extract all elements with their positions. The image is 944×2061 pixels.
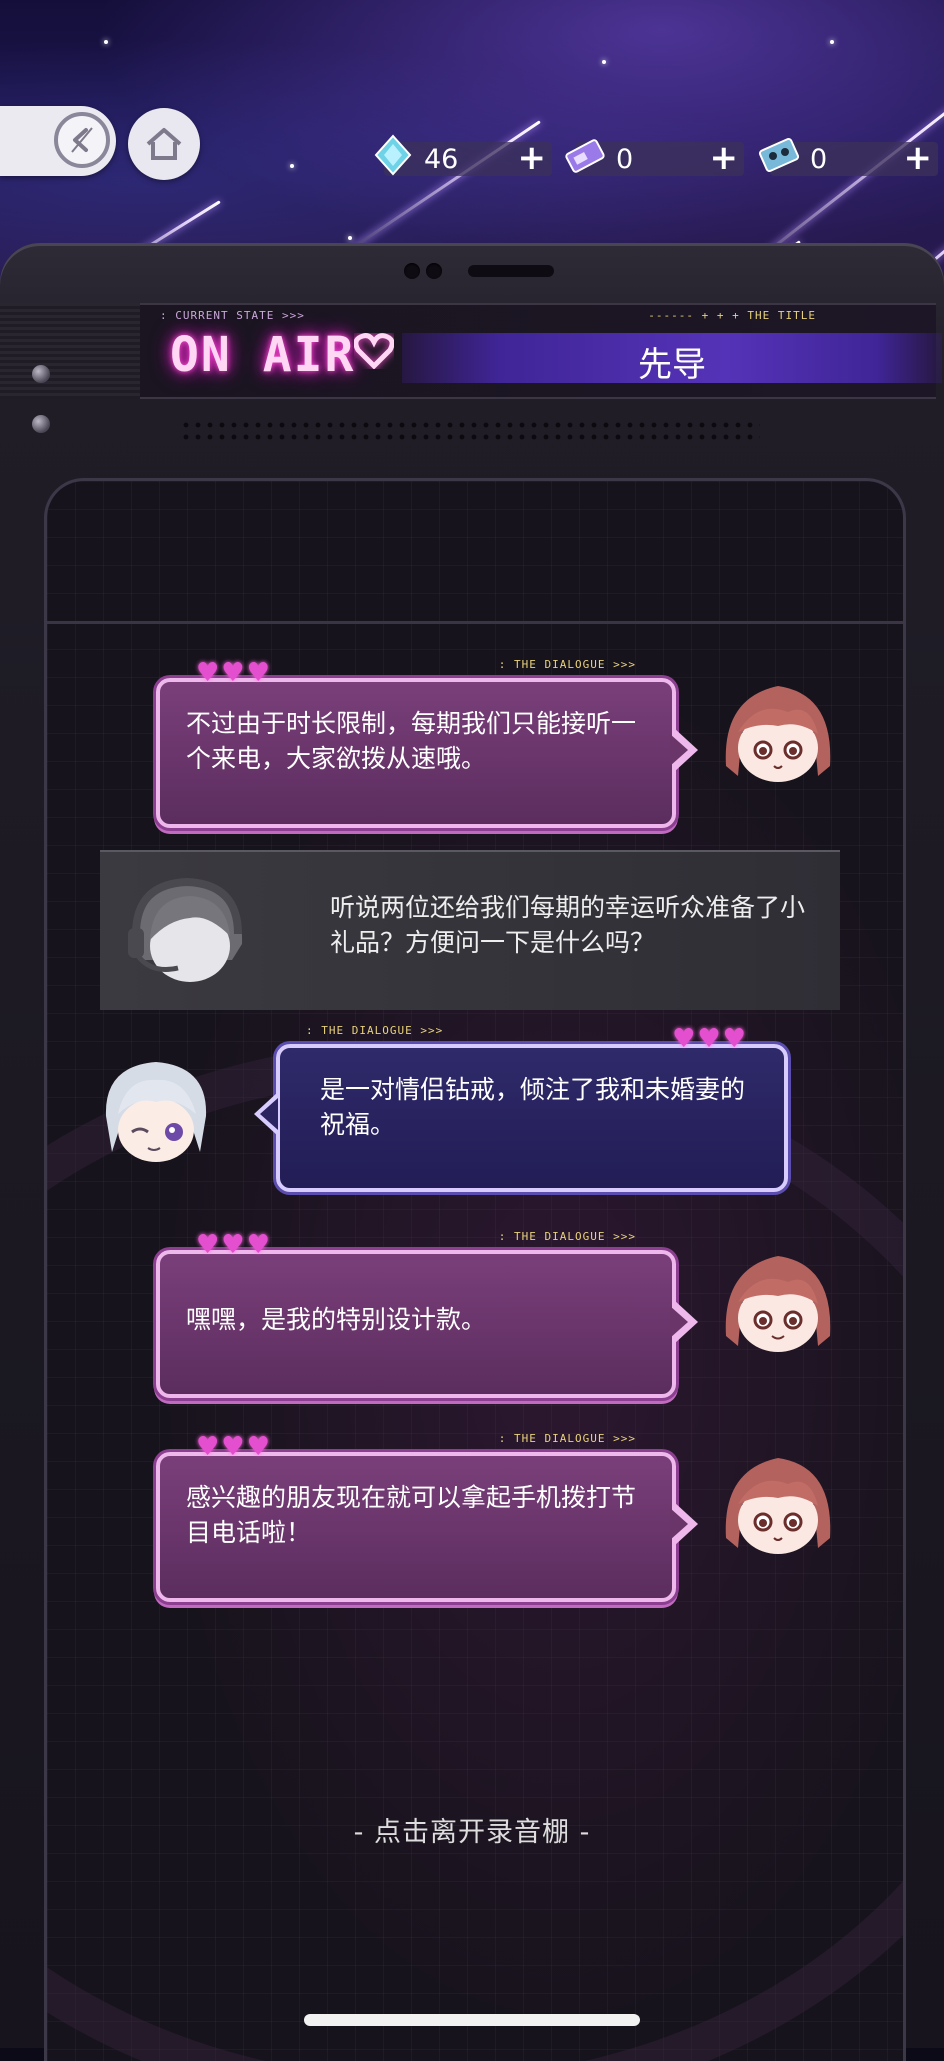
dialogue-bubble: ♥♥♥ : THE DIALOGUE >>> 不过由于时长限制，每期我们只能接听… xyxy=(156,658,698,828)
dialogue-text: 嘿嘿，是我的特别设计款。 xyxy=(186,1305,487,1334)
home-indicator[interactable] xyxy=(304,2014,640,2026)
star xyxy=(602,60,606,64)
heart-icon xyxy=(354,333,394,369)
bubble-tail xyxy=(670,1300,698,1344)
star xyxy=(290,164,294,168)
dialogue-text: 是一对情侣钻戒，倾注了我和未婚妻的祝福。 xyxy=(320,1075,746,1139)
add-ticket-button[interactable]: + xyxy=(710,138,739,178)
hearts-decoration: ♥♥♥ xyxy=(196,1432,272,1462)
girl-avatar xyxy=(725,1256,831,1352)
dialogue-bubble: ♥♥♥ : THE DIALOGUE >>> 嘿嘿，是我的特别设计款。 xyxy=(156,1230,698,1398)
episode-title: 先导 xyxy=(638,345,706,385)
diamond-count: 46 xyxy=(424,144,459,175)
home-button[interactable] xyxy=(128,108,200,180)
speaker-mesh xyxy=(180,419,760,443)
star xyxy=(348,236,352,240)
star xyxy=(104,40,108,44)
add-diamond-button[interactable]: + xyxy=(518,138,547,178)
dialogue-text: 感兴趣的朋友现在就可以拿起手机拨打节目电话啦！ xyxy=(186,1483,637,1547)
star xyxy=(830,40,834,44)
bubble-tail xyxy=(670,1502,698,1546)
host-dialogue-text: 听说两位还给我们每期的幸运听众准备了小礼品？方便问一下是什么吗？ xyxy=(330,893,806,957)
on-air-indicator: ON AIR xyxy=(170,327,356,383)
dialogue-tag: : THE DIALOGUE >>> xyxy=(498,658,636,671)
leave-studio-button[interactable]: - 点击离开录音棚 - xyxy=(0,1810,944,1849)
hearts-decoration: ♥♥♥ xyxy=(196,1230,272,1260)
device-speaker-slot xyxy=(468,265,554,277)
hearts-decoration: ♥♥♥ xyxy=(196,658,272,688)
currency-cassette: 0 + xyxy=(758,137,938,178)
home-icon xyxy=(146,128,182,160)
currency-diamond: 46 + xyxy=(374,134,552,178)
episode-title-bar: 先导 xyxy=(402,333,942,385)
add-cassette-button[interactable]: + xyxy=(904,138,933,178)
bubble-tail xyxy=(670,728,698,772)
device-camera-dots xyxy=(404,263,448,283)
back-button[interactable] xyxy=(0,106,116,176)
host-dialogue-card: 听说两位还给我们每期的幸运听众准备了小礼品？方便问一下是什么吗？ xyxy=(100,850,840,1010)
currency-ticket: 0 + xyxy=(565,138,744,178)
ticket-icon xyxy=(565,139,605,173)
cassette-count: 0 xyxy=(810,144,828,175)
rivet xyxy=(32,415,50,433)
side-grill xyxy=(0,303,140,399)
cassette-icon xyxy=(758,137,800,173)
dialogue-text: 不过由于时长限制，每期我们只能接听一个来电，大家欲拨从速哦。 xyxy=(186,709,637,773)
host-silhouette-avatar xyxy=(128,877,243,982)
dialogue-bubble: : THE DIALOGUE >>> ♥♥♥ 是一对情侣钻戒，倾注了我和未婚妻的… xyxy=(254,1024,788,1192)
diamond-icon xyxy=(374,134,412,176)
back-arrow-icon xyxy=(54,112,110,168)
hearts-decoration: ♥♥♥ xyxy=(672,1024,748,1054)
boy-avatar xyxy=(105,1062,207,1162)
dialogue-bubble: ♥♥♥ : THE DIALOGUE >>> 感兴趣的朋友现在就可以拿起手机拨打… xyxy=(156,1432,698,1602)
girl-avatar xyxy=(725,1458,831,1554)
on-air-panel: : CURRENT STATE >>> ------ + + + THE TIT… xyxy=(140,303,942,399)
current-state-label: : CURRENT STATE >>> xyxy=(160,309,305,322)
the-title-label: ------ + + + THE TITLE xyxy=(648,309,816,322)
girl-avatar xyxy=(725,686,831,782)
dialogue-tag: : THE DIALOGUE >>> xyxy=(306,1024,444,1037)
screen-divider xyxy=(47,621,903,624)
dialogue-tag: : THE DIALOGUE >>> xyxy=(498,1230,636,1243)
bubble-tail xyxy=(254,1092,278,1136)
rivet xyxy=(32,365,50,383)
ticket-count: 0 xyxy=(616,144,634,175)
dialogue-tag: : THE DIALOGUE >>> xyxy=(498,1432,636,1445)
